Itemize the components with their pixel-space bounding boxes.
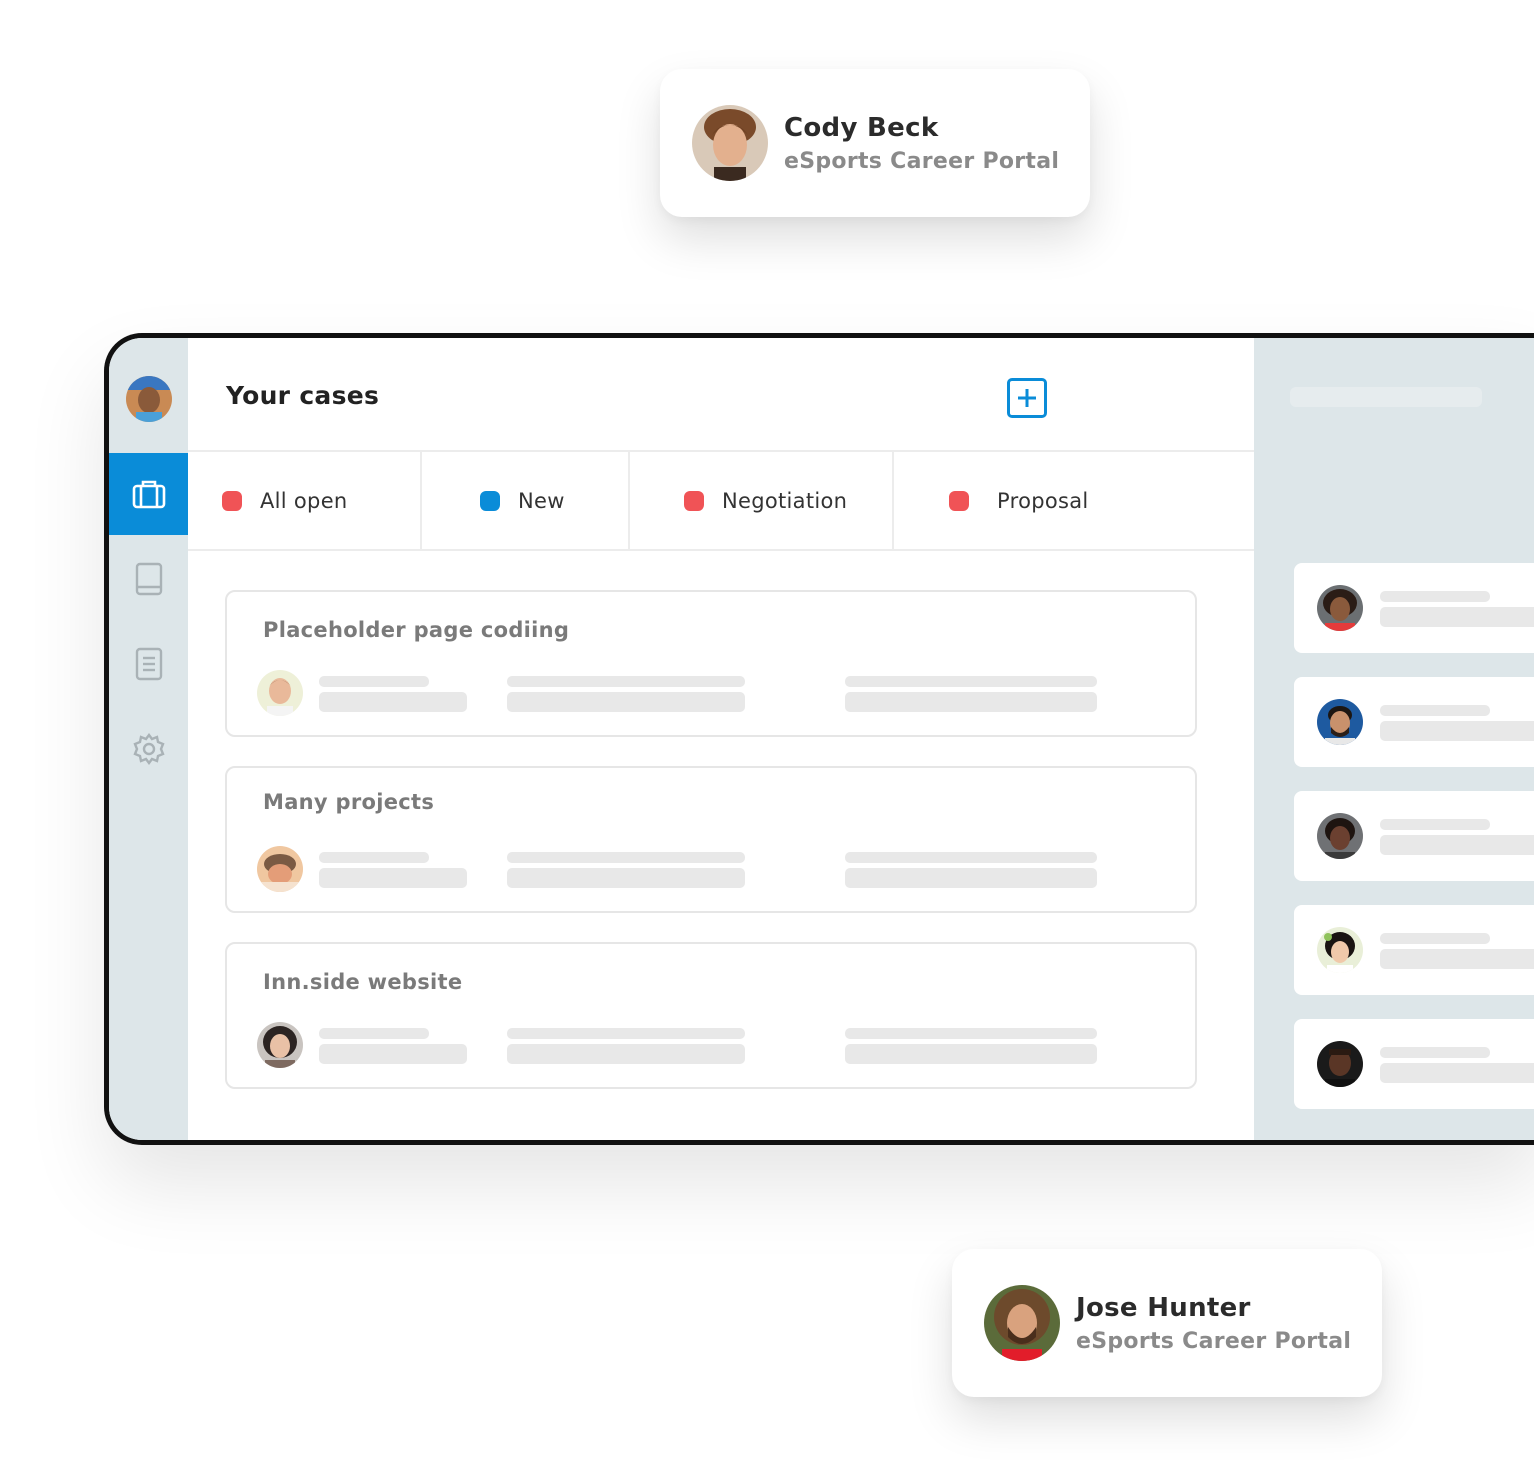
tab-label: All open: [260, 488, 348, 513]
status-dot: [480, 490, 500, 511]
avatar: [1317, 927, 1363, 973]
placeholder-line: [319, 852, 429, 863]
user-name: Jose Hunter: [1076, 1292, 1251, 1323]
tab-negotiation[interactable]: Negotiation: [684, 452, 847, 549]
sidebar-item-settings[interactable]: [109, 708, 188, 790]
user-subtitle: eSports Career Portal: [784, 148, 1060, 174]
status-dot: [949, 490, 969, 511]
sidebar: [109, 338, 188, 1140]
tab-proposal[interactable]: Proposal: [949, 452, 1089, 549]
tab-label: New: [518, 488, 565, 513]
status-dot: [222, 490, 242, 511]
placeholder-line: [319, 676, 429, 687]
case-card[interactable]: Placeholder page codiing: [225, 590, 1197, 737]
contact-card[interactable]: [1294, 563, 1534, 653]
page-title: Your cases: [226, 381, 380, 410]
contacts-panel: [1254, 338, 1534, 1140]
avatar: [1317, 813, 1363, 859]
avatar: [1317, 699, 1363, 745]
plus-icon: [1018, 389, 1036, 407]
tab-label: Negotiation: [722, 488, 848, 513]
avatar: [257, 670, 303, 716]
sidebar-item-book[interactable]: [109, 538, 188, 620]
placeholder-line: [1380, 1063, 1534, 1083]
document-icon: [135, 647, 162, 681]
placeholder-line: [845, 1028, 1097, 1039]
placeholder-line: [1380, 933, 1490, 944]
user-card-cody-beck: Cody Beck eSports Career Portal: [660, 69, 1090, 217]
gear-icon: [132, 733, 165, 765]
case-title: Inn.side website: [263, 970, 463, 994]
tab-new[interactable]: New: [480, 452, 565, 549]
sidebar-item-cases[interactable]: [109, 453, 188, 535]
avatar: [984, 1285, 1060, 1361]
placeholder-line: [1380, 949, 1534, 969]
placeholder-line: [319, 868, 467, 888]
user-subtitle: eSports Career Portal: [1076, 1328, 1352, 1354]
placeholder-line: [845, 1044, 1097, 1064]
placeholder-line: [1380, 705, 1490, 716]
user-name: Cody Beck: [784, 112, 939, 143]
case-card[interactable]: Inn.side website: [225, 942, 1197, 1089]
case-title: Placeholder page codiing: [263, 618, 570, 642]
tab-label: Proposal: [997, 488, 1089, 513]
placeholder-line: [845, 676, 1097, 687]
contact-card[interactable]: [1294, 905, 1534, 995]
placeholder-line: [1380, 591, 1490, 602]
avatar: [1317, 1041, 1363, 1087]
placeholder-line: [507, 852, 745, 863]
case-card[interactable]: Many projects: [225, 766, 1197, 913]
avatar[interactable]: [126, 376, 172, 422]
divider: [628, 452, 630, 549]
status-tabs: All open New Negotiation Proposal: [188, 450, 1254, 551]
placeholder-line: [1380, 721, 1534, 741]
divider: [892, 452, 894, 549]
case-title: Many projects: [263, 790, 435, 814]
placeholder-line: [1380, 835, 1534, 855]
add-case-button[interactable]: [1007, 378, 1047, 418]
placeholder-line: [507, 1044, 745, 1064]
placeholder-line: [1380, 607, 1534, 627]
contact-card[interactable]: [1294, 791, 1534, 881]
placeholder-line: [319, 692, 467, 712]
main-panel: Your cases All open New Negotiation Prop…: [188, 338, 1254, 1140]
placeholder-line: [1380, 1047, 1490, 1058]
placeholder-line: [319, 1028, 429, 1039]
avatar: [1317, 585, 1363, 631]
contact-card[interactable]: [1294, 677, 1534, 767]
placeholder-line: [507, 868, 745, 888]
placeholder-line: [845, 692, 1097, 712]
user-card-jose-hunter: Jose Hunter eSports Career Portal: [952, 1249, 1382, 1397]
contact-card[interactable]: [1294, 1019, 1534, 1109]
status-dot: [684, 490, 704, 511]
placeholder-line: [507, 676, 745, 687]
placeholder-line: [1290, 387, 1482, 407]
avatar: [257, 846, 303, 892]
placeholder-line: [319, 1044, 467, 1064]
app-window: Your cases All open New Negotiation Prop…: [104, 333, 1534, 1145]
placeholder-line: [507, 692, 745, 712]
sidebar-item-document[interactable]: [109, 623, 188, 705]
avatar: [692, 105, 768, 181]
briefcase-icon: [132, 480, 165, 509]
placeholder-line: [1380, 819, 1490, 830]
divider: [420, 452, 422, 549]
tab-all-open[interactable]: All open: [222, 452, 348, 549]
avatar: [257, 1022, 303, 1068]
placeholder-line: [845, 852, 1097, 863]
placeholder-line: [507, 1028, 745, 1039]
placeholder-line: [845, 868, 1097, 888]
book-icon: [135, 562, 162, 596]
